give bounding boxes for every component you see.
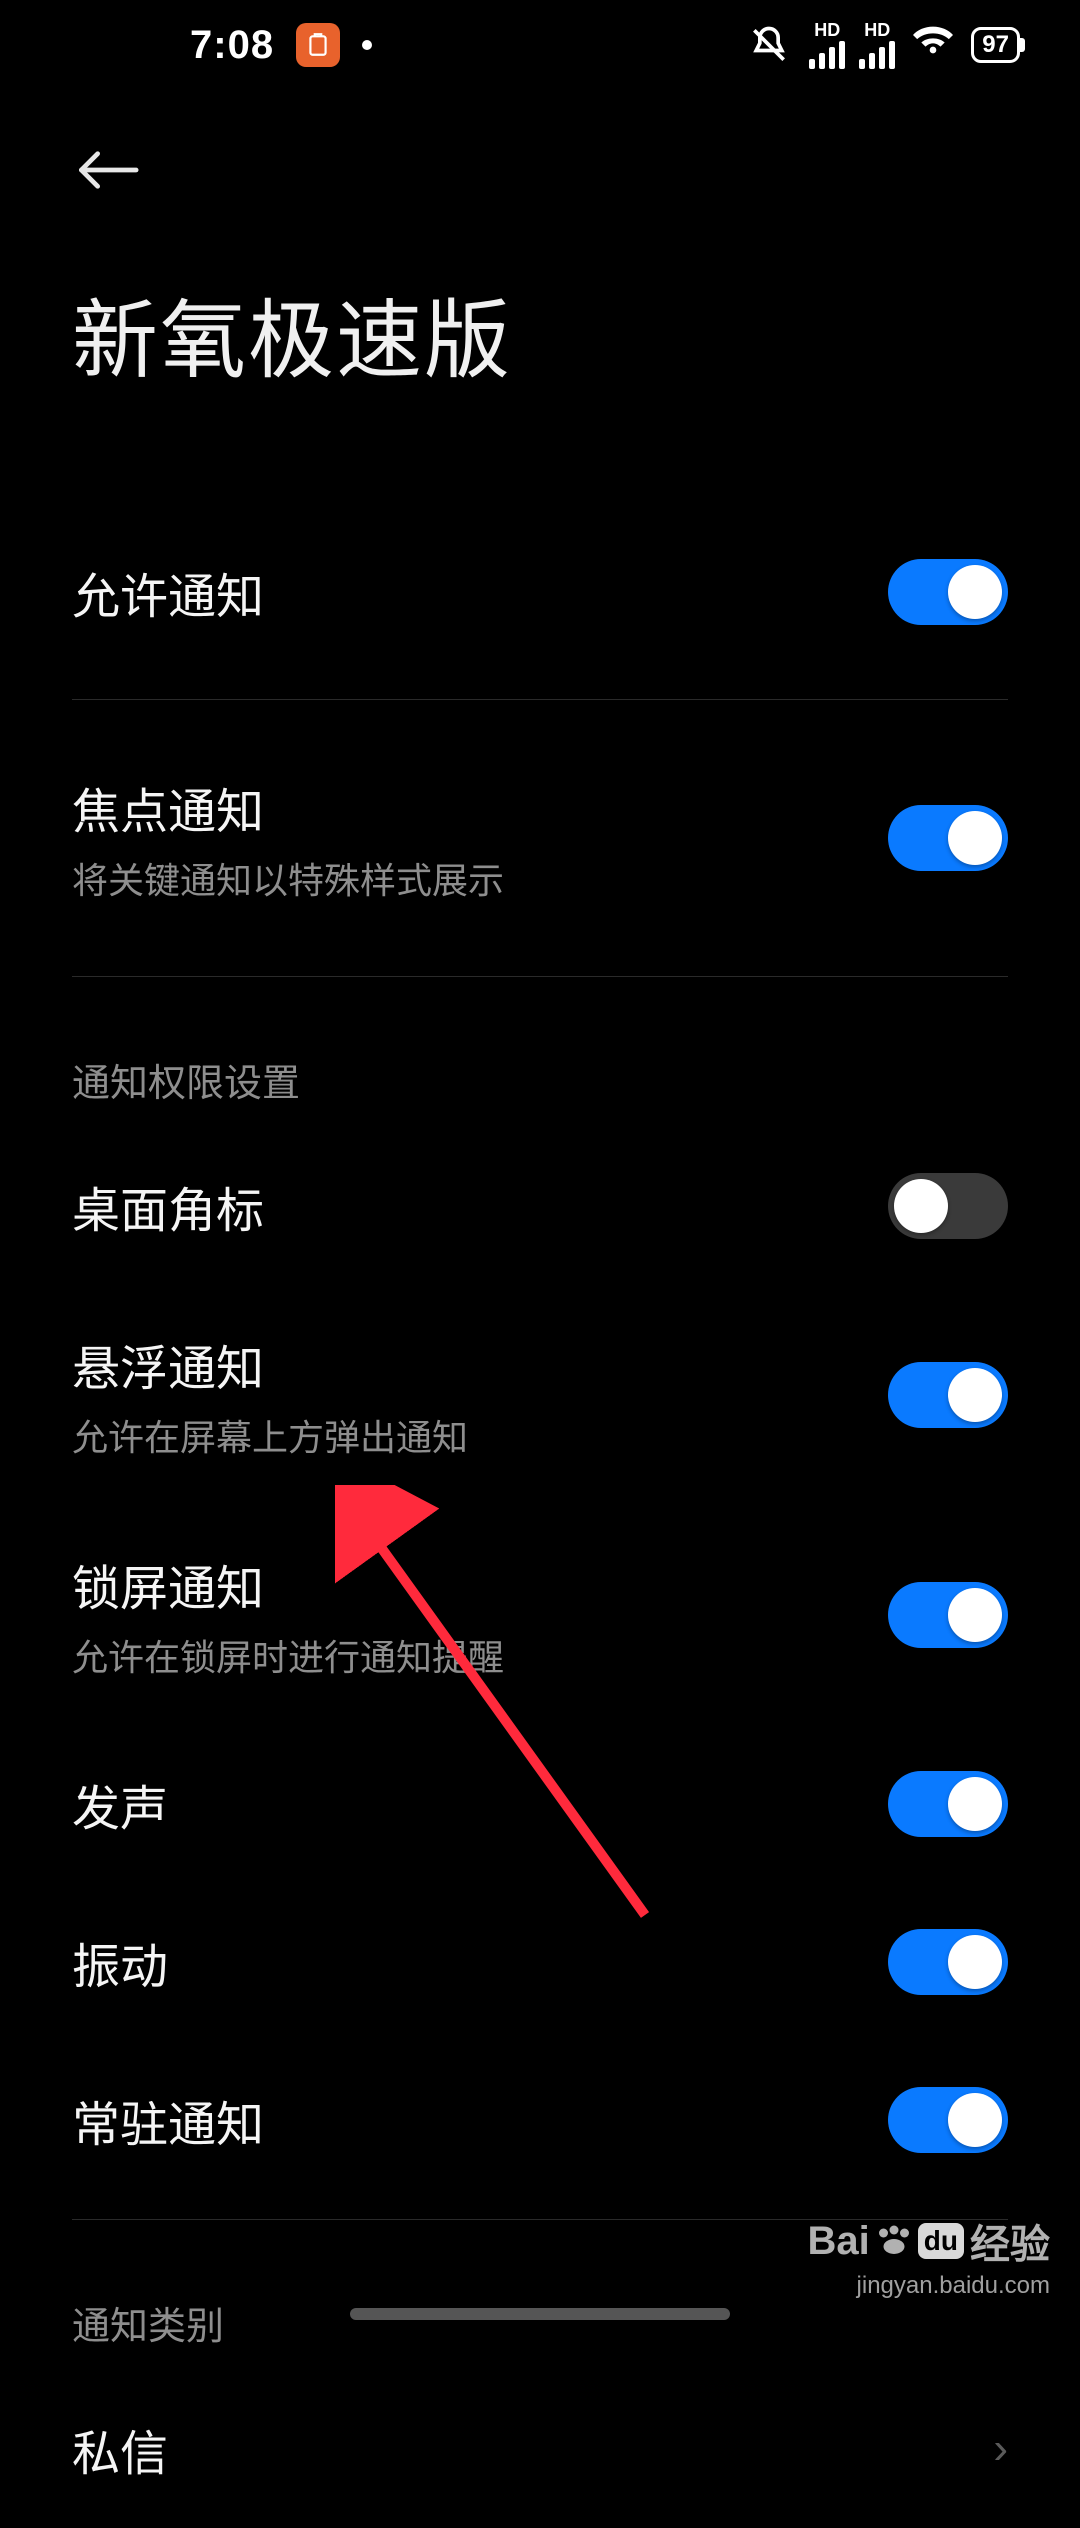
gesture-bar[interactable] [350, 2308, 730, 2320]
row-vibrate[interactable]: 振动 [72, 1883, 1008, 2041]
toggle-sound[interactable] [888, 1771, 1008, 1837]
toggle-focus-notifications[interactable] [888, 805, 1008, 871]
row-focus-notifications[interactable]: 焦点通知 将关键通知以特殊样式展示 [72, 720, 1008, 956]
row-persistent-notifications[interactable]: 常驻通知 [72, 2041, 1008, 2199]
page-header: 新氧极速版 [0, 90, 1080, 395]
signal-bars-icon [809, 41, 845, 69]
watermark-brand-a: Bai [808, 2219, 870, 2264]
row-label: 常驻通知 [72, 2085, 264, 2155]
toggle-allow-notifications[interactable] [888, 559, 1008, 625]
watermark-url: jingyan.baidu.com [857, 2272, 1050, 2300]
divider [72, 976, 1008, 977]
battery-level: 97 [982, 31, 1009, 59]
row-label: 悬浮通知 [72, 1329, 468, 1399]
row-label: 私信 [72, 2414, 168, 2484]
mute-icon [747, 23, 791, 67]
row-label: 允许通知 [72, 557, 264, 627]
chevron-right-icon: › [993, 2424, 1008, 2474]
signal-group: HD HD [809, 21, 895, 69]
signal-1: HD [809, 21, 845, 69]
row-label: 桌面角标 [72, 1171, 264, 1241]
section-permission-settings: 通知权限设置 [72, 997, 1008, 1127]
status-time: 7:08 [190, 23, 274, 68]
divider [72, 699, 1008, 700]
signal-2: HD [859, 21, 895, 69]
wifi-icon [913, 20, 953, 70]
row-category-dm[interactable]: 私信 › [72, 2370, 1008, 2528]
watermark-brand-b: du [918, 2223, 964, 2259]
row-floating-notifications[interactable]: 悬浮通知 允许在屏幕上方弹出通知 [72, 1285, 1008, 1505]
row-sublabel: 允许在屏幕上方弹出通知 [72, 1409, 468, 1461]
row-sublabel: 将关键通知以特殊样式展示 [72, 852, 504, 904]
status-dot-icon [362, 40, 372, 50]
signal-2-label: HD [864, 21, 890, 39]
battery-indicator: 97 [971, 27, 1020, 63]
toggle-lockscreen-notifications[interactable] [888, 1582, 1008, 1648]
toggle-desktop-badge[interactable] [888, 1173, 1008, 1239]
row-label: 振动 [72, 1927, 168, 1997]
toggle-vibrate[interactable] [888, 1929, 1008, 1995]
running-app-icon [296, 23, 340, 67]
row-desktop-badge[interactable]: 桌面角标 [72, 1127, 1008, 1285]
status-right: HD HD 97 [747, 20, 1020, 70]
watermark: Bai du 经验 jingyan.baidu.com [808, 2212, 1050, 2300]
watermark-brand-c: 经验 [970, 2212, 1050, 2270]
row-allow-notifications[interactable]: 允许通知 [72, 505, 1008, 679]
paw-icon [876, 2219, 912, 2264]
toggle-floating-notifications[interactable] [888, 1362, 1008, 1428]
signal-1-label: HD [814, 21, 840, 39]
row-label: 发声 [72, 1769, 168, 1839]
back-button[interactable] [72, 140, 152, 200]
row-sound[interactable]: 发声 [72, 1725, 1008, 1883]
status-left: 7:08 [190, 23, 372, 68]
signal-bars-icon [859, 41, 895, 69]
row-label: 焦点通知 [72, 772, 504, 842]
status-bar: 7:08 HD HD [0, 0, 1080, 90]
toggle-persistent-notifications[interactable] [888, 2087, 1008, 2153]
row-label: 锁屏通知 [72, 1549, 504, 1619]
row-lockscreen-notifications[interactable]: 锁屏通知 允许在锁屏时进行通知提醒 [72, 1505, 1008, 1725]
page-title: 新氧极速版 [72, 270, 1008, 395]
row-sublabel: 允许在锁屏时进行通知提醒 [72, 1629, 504, 1681]
